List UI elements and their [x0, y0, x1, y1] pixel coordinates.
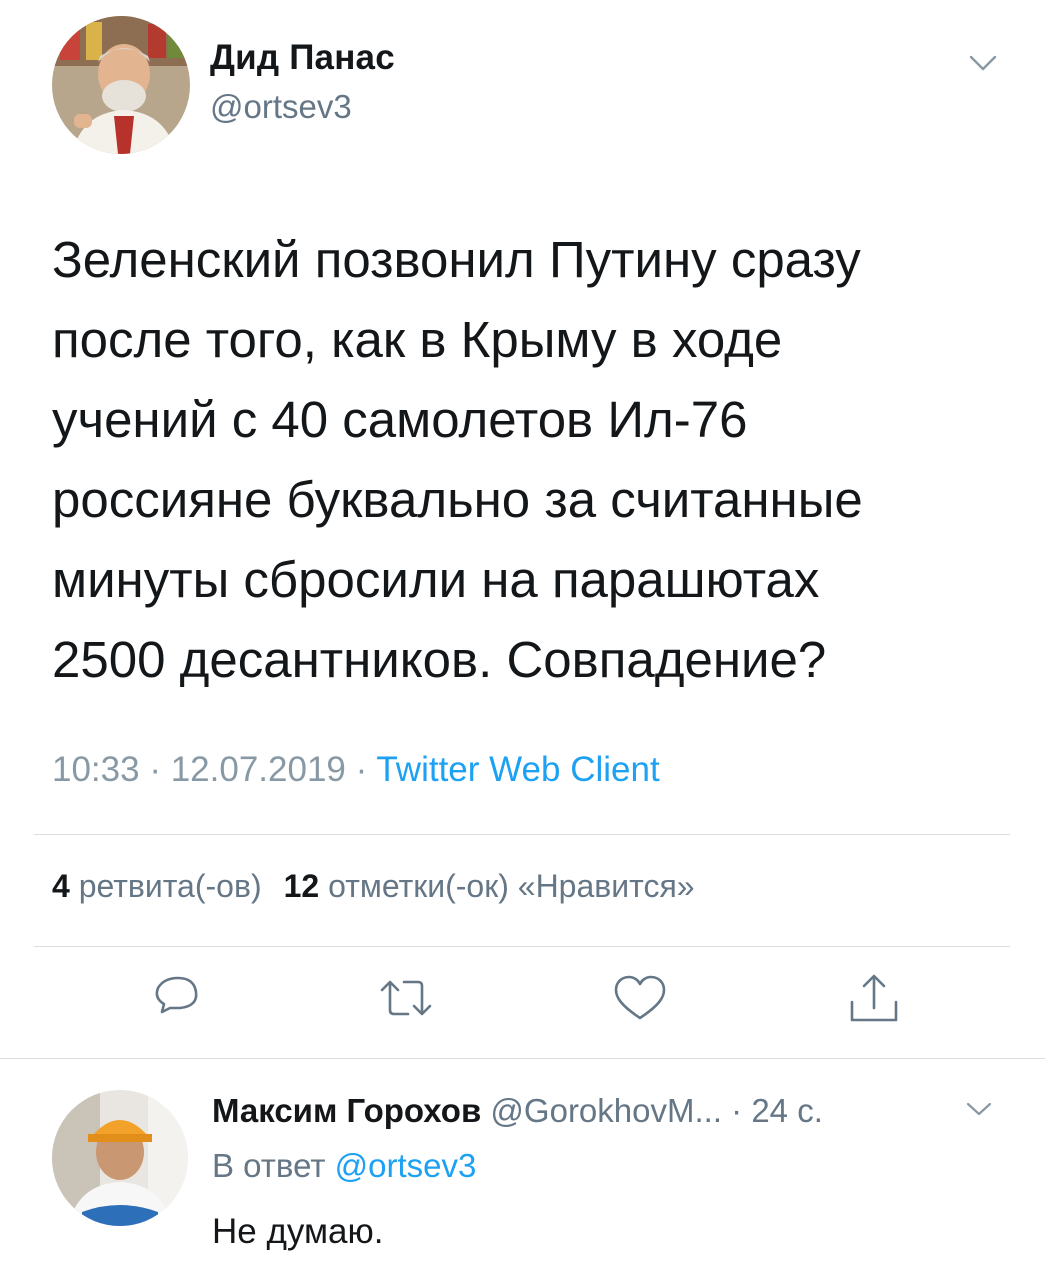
- retweet-icon[interactable]: [376, 970, 436, 1030]
- tweet-date: 12.07.2019: [170, 750, 346, 789]
- retweet-label: ретвита(-ов): [78, 868, 262, 904]
- share-icon[interactable]: [844, 970, 904, 1030]
- heart-icon[interactable]: [610, 970, 670, 1030]
- tweet-text-line: минуты сбросили на парашютах: [52, 551, 820, 608]
- tweet-text-line: после того, как в Крыму в ходе: [52, 311, 783, 368]
- tweet-text-line: 2500 десантников. Совпадение?: [52, 631, 827, 688]
- reply-author-avatar[interactable]: [52, 1090, 188, 1226]
- in-reply-mention[interactable]: @ortsev3: [335, 1147, 477, 1184]
- divider: [34, 946, 1010, 947]
- author-name[interactable]: Дид Панас: [210, 38, 395, 78]
- divider: [0, 1058, 1045, 1059]
- reply-time-separator: ·: [722, 1092, 752, 1129]
- reply-time: 24 с.: [751, 1092, 823, 1129]
- action-bar: [0, 970, 1045, 1040]
- divider: [34, 834, 1010, 835]
- reply-header: Максим Горохов @GorokhovM... · 24 с.: [212, 1092, 823, 1130]
- reply-author-name[interactable]: Максим Горохов: [212, 1092, 481, 1129]
- meta-separator: ·: [345, 750, 377, 789]
- reply-icon[interactable]: [146, 970, 206, 1030]
- likes-stat[interactable]: 12 отметки(-ок) «Нравится»: [284, 868, 695, 904]
- tweet-text-line: россияне буквально за считанные: [52, 471, 863, 528]
- tweet-detail-screen: Дид Панас @ortsev3 Зеленский позвонил Пу…: [0, 0, 1045, 1280]
- retweets-stat[interactable]: 4 ретвита(-ов): [52, 868, 262, 904]
- reply-text: Не думаю.: [212, 1212, 384, 1251]
- tweet-time: 10:33: [52, 750, 140, 789]
- retweet-count: 4: [52, 868, 70, 904]
- in-reply-prefix: В ответ: [212, 1147, 326, 1184]
- author-avatar[interactable]: [52, 16, 190, 154]
- tweet-meta: 10:33 · 12.07.2019 · Twitter Web Client: [52, 750, 660, 790]
- tweet-client-link[interactable]: Twitter Web Client: [376, 750, 659, 789]
- like-label: отметки(-ок) «Нравится»: [328, 868, 695, 904]
- chevron-down-icon[interactable]: [964, 1094, 994, 1124]
- in-reply-to: В ответ @ortsev3: [212, 1147, 476, 1185]
- tweet-stats: 4 ретвита(-ов) 12 отметки(-ок) «Нравится»: [52, 868, 695, 905]
- chevron-down-icon[interactable]: [966, 46, 1000, 80]
- tweet-text-line: учений с 40 самолетов Ил-76: [52, 391, 748, 448]
- reply-author-handle[interactable]: @GorokhovM...: [490, 1092, 722, 1129]
- tweet-text: Зеленский позвонил Путину сразу после то…: [52, 220, 1002, 700]
- author-handle[interactable]: @ortsev3: [210, 88, 352, 126]
- tweet-text-line: Зеленский позвонил Путину сразу: [52, 231, 861, 288]
- meta-separator: ·: [139, 750, 171, 789]
- like-count: 12: [283, 868, 320, 904]
